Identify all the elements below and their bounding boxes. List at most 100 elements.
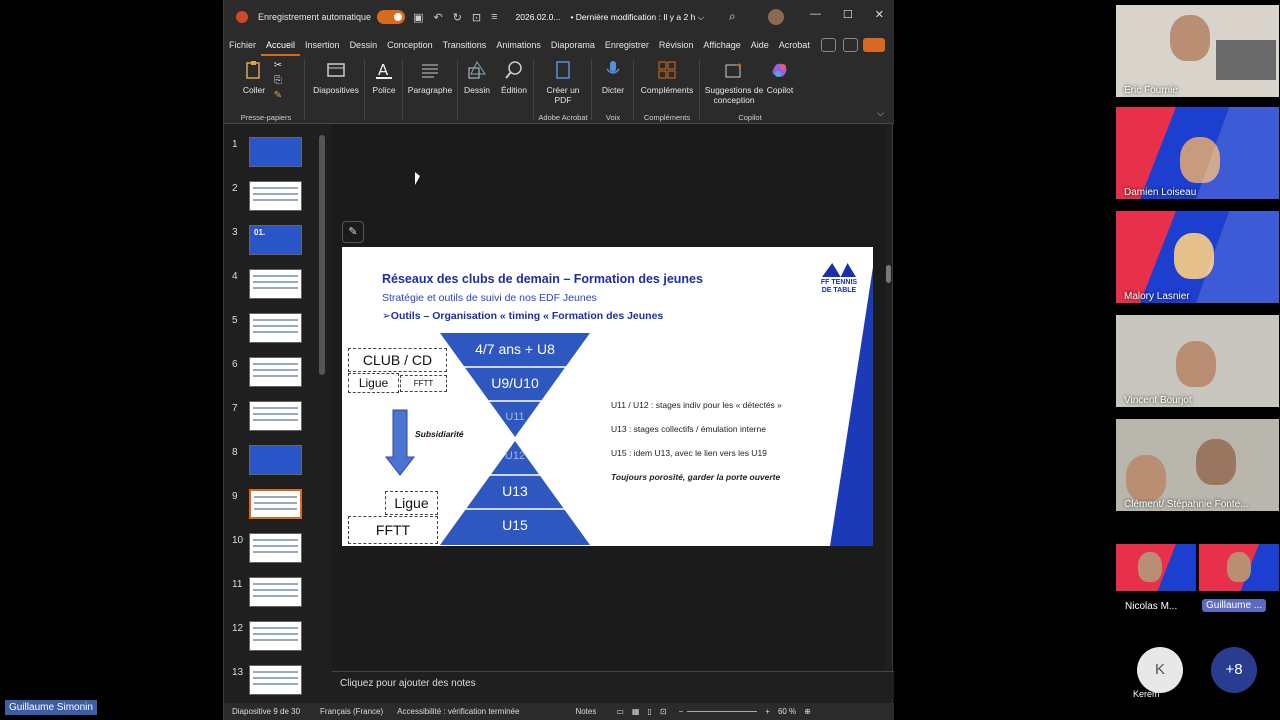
tri-label-3: U11 bbox=[505, 411, 525, 423]
zoom-out-icon[interactable]: − bbox=[679, 707, 684, 716]
tri-label-1: 4/7 ans + U8 bbox=[475, 341, 555, 357]
thumbnail-line bbox=[253, 583, 298, 585]
search-icon[interactable]: ⌕ bbox=[729, 9, 736, 24]
slide-thumbnail[interactable] bbox=[249, 181, 302, 211]
tab-fichier[interactable]: Fichier bbox=[224, 34, 261, 56]
slideshow-icon[interactable]: ⊡ bbox=[660, 707, 667, 716]
present-icon[interactable]: ⊡ bbox=[472, 11, 481, 24]
tab-conception[interactable]: Conception bbox=[382, 34, 438, 56]
share-button[interactable] bbox=[863, 38, 885, 52]
slide-scrollbar[interactable] bbox=[884, 125, 894, 670]
more-participants-button[interactable]: +8 bbox=[1211, 647, 1257, 693]
participant-tile[interactable]: Vincent Bourjot bbox=[1116, 315, 1279, 407]
ribbon-separator bbox=[304, 60, 305, 120]
tab-aide[interactable]: Aide bbox=[746, 34, 774, 56]
normal-view-icon[interactable]: ▭ bbox=[616, 707, 624, 716]
autosave-toggle[interactable] bbox=[377, 10, 406, 24]
slide-thumbnail[interactable] bbox=[249, 313, 302, 343]
slide-thumbnail[interactable] bbox=[249, 489, 302, 519]
participant-video bbox=[1180, 137, 1220, 183]
accessibility-status[interactable]: Accessibilité : vérification terminée bbox=[397, 707, 519, 716]
zoom-in-icon[interactable]: + bbox=[765, 707, 770, 716]
reading-view-icon[interactable]: ▯ bbox=[647, 707, 651, 716]
paragraph-button[interactable]: Paragraphe bbox=[404, 56, 456, 124]
slide-thumbnail[interactable] bbox=[249, 137, 302, 167]
participant-tile[interactable] bbox=[1199, 544, 1279, 591]
document-name[interactable]: 2026.02.0... bbox=[516, 12, 561, 22]
tab-diaporama[interactable]: Diaporama bbox=[546, 34, 600, 56]
tab-affichage[interactable]: Affichage bbox=[698, 34, 745, 56]
maximize-icon[interactable]: ☐ bbox=[843, 8, 853, 21]
slide-sorter-icon[interactable]: ▦ bbox=[632, 707, 640, 716]
participant-tile[interactable]: Malory Lasnier bbox=[1116, 211, 1279, 303]
ribbon-separator bbox=[402, 60, 403, 120]
copilot-group: Copilot bbox=[738, 113, 762, 122]
participant-name: Nicolas M... bbox=[1125, 601, 1178, 612]
slide-thumbnail[interactable] bbox=[249, 401, 302, 431]
collapse-ribbon-icon[interactable]: ⌵ bbox=[877, 108, 884, 119]
avatar[interactable] bbox=[768, 9, 784, 25]
thumbnail-line bbox=[253, 363, 298, 365]
participant-tile[interactable] bbox=[1116, 544, 1196, 591]
participant-tile[interactable]: Damien Loiseau bbox=[1116, 107, 1279, 199]
save-icon[interactable]: ▣ bbox=[413, 11, 423, 24]
shapes-icon bbox=[468, 61, 486, 79]
zoom-level[interactable]: 60 % bbox=[778, 707, 796, 716]
slide-thumbnail[interactable] bbox=[249, 577, 302, 607]
fit-slide-icon[interactable]: ⊕ bbox=[804, 707, 811, 716]
slide-thumbnail[interactable] bbox=[249, 533, 302, 563]
record-icon[interactable] bbox=[821, 38, 836, 52]
drawing-button[interactable]: Dessin bbox=[460, 56, 494, 124]
tab-animations[interactable]: Animations bbox=[491, 34, 546, 56]
thumbnail-line bbox=[253, 369, 298, 371]
tab-enregistrer[interactable]: Enregistrer bbox=[600, 34, 654, 56]
comments-icon[interactable] bbox=[843, 38, 858, 52]
thumbnail-line bbox=[253, 187, 298, 189]
ribbon-tabs: Fichier Accueil Insertion Dessin Concept… bbox=[224, 34, 894, 56]
editing-button[interactable]: Édition bbox=[496, 56, 532, 124]
minimize-icon[interactable]: — bbox=[810, 8, 821, 21]
slide-thumbnail[interactable] bbox=[249, 269, 302, 299]
tab-accueil[interactable]: Accueil bbox=[261, 34, 301, 56]
svg-text:A: A bbox=[378, 61, 389, 79]
scroll-thumb[interactable] bbox=[886, 265, 891, 283]
pen-icon[interactable]: ✎ bbox=[342, 221, 364, 243]
close-icon[interactable]: ✕ bbox=[875, 8, 884, 21]
thumbnails-scrollbar[interactable] bbox=[319, 135, 325, 375]
ribbon-separator bbox=[699, 60, 700, 120]
notes-toggle[interactable]: Notes bbox=[575, 707, 596, 716]
font-button[interactable]: A Police bbox=[366, 56, 402, 124]
note-u11-u12: U11 / U12 : stages indiv pour les « déte… bbox=[611, 400, 782, 410]
language-status[interactable]: Français (France) bbox=[320, 707, 383, 716]
participant-tile[interactable]: Clément/ Stépahnie Fonte... bbox=[1116, 419, 1279, 511]
slide-thumbnail[interactable] bbox=[249, 665, 302, 695]
participant-tile[interactable]: Eric Fournie bbox=[1116, 5, 1279, 97]
thumbnail-line bbox=[253, 633, 298, 635]
tab-insertion[interactable]: Insertion bbox=[300, 34, 345, 56]
undo-icon[interactable]: ↶ bbox=[433, 11, 442, 24]
tab-transitions[interactable]: Transitions bbox=[438, 34, 492, 56]
tab-revision[interactable]: Révision bbox=[654, 34, 699, 56]
redo-icon[interactable]: ↻ bbox=[453, 11, 462, 24]
tab-dessin[interactable]: Dessin bbox=[345, 34, 383, 56]
last-modified[interactable]: • Dernière modification : Il y a 2 h ⌵ bbox=[570, 12, 704, 23]
slide-thumbnail[interactable] bbox=[249, 445, 302, 475]
participant-name: Damien Loiseau bbox=[1124, 187, 1197, 198]
thumbnail-number: 11 bbox=[232, 579, 243, 590]
slide-thumbnail[interactable]: 01. bbox=[249, 225, 302, 255]
zoom-slider[interactable] bbox=[687, 711, 758, 712]
blue-wedge bbox=[830, 267, 873, 546]
customize-icon[interactable]: ≡ bbox=[491, 11, 497, 24]
notes-pane[interactable]: Cliquez pour ajouter des notes bbox=[332, 671, 894, 699]
create-pdf-button[interactable]: Créer un PDF Adobe Acrobat bbox=[536, 56, 590, 124]
ribbon-separator bbox=[591, 60, 592, 120]
slide-thumbnail[interactable] bbox=[249, 357, 302, 387]
slides-button[interactable]: Diapositives bbox=[308, 56, 364, 124]
slide-thumbnail[interactable] bbox=[249, 621, 302, 651]
addins-button[interactable]: Compléments Compléments bbox=[635, 56, 699, 124]
tab-acrobat[interactable]: Acrobat bbox=[774, 34, 815, 56]
dictate-button[interactable]: Dicter Voix bbox=[593, 56, 633, 124]
notes-placeholder: Cliquez pour ajouter des notes bbox=[340, 678, 476, 689]
current-slide[interactable]: Réseaux des clubs de demain – Formation … bbox=[342, 247, 873, 546]
participant-avatar[interactable]: K bbox=[1137, 647, 1183, 693]
